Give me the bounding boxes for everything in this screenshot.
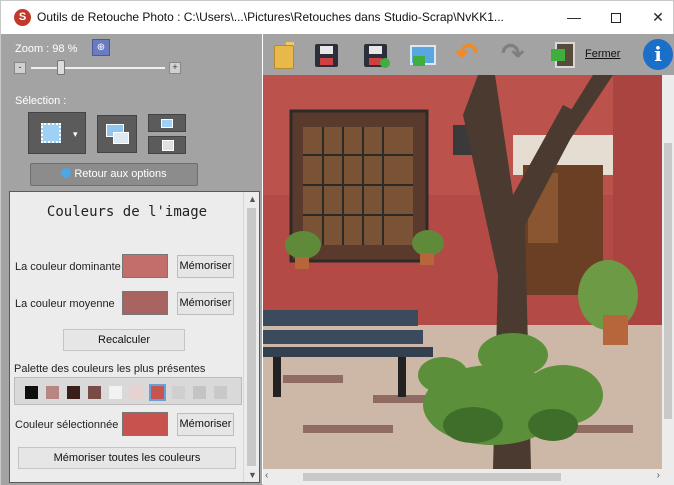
app-window: S Outils de Retouche Photo : C:\Users\..… (0, 0, 674, 485)
scroll-up-icon[interactable]: ▲ (248, 194, 257, 204)
palette-label: Palette des couleurs les plus présentes (14, 363, 206, 375)
selection-move-button[interactable] (97, 115, 137, 153)
scroll-right-icon[interactable]: › (657, 470, 660, 481)
close-button[interactable]: Fermer (549, 39, 627, 71)
selection-rectangle-tool-button[interactable]: ▾ (28, 112, 86, 154)
scrollbar-thumb[interactable] (247, 208, 256, 466)
zoom-slider-thumb[interactable] (57, 60, 66, 75)
color-palette (14, 377, 242, 405)
colors-panel-title: Couleurs de l'image (46, 204, 208, 220)
selection-label: Sélection : (15, 95, 67, 107)
save-icon[interactable] (311, 40, 341, 70)
window-title: Outils de Retouche Photo : C:\Users\...\… (37, 10, 504, 24)
palette-swatch[interactable] (67, 386, 80, 399)
selection-clear-button[interactable] (148, 136, 186, 154)
palette-swatch[interactable] (193, 386, 206, 399)
average-color-swatch (122, 291, 168, 315)
memorize-all-colors-button[interactable]: Mémoriser toutes les couleurs (18, 447, 236, 469)
memorize-selected-button[interactable]: Mémoriser (177, 413, 234, 436)
maximize-icon (611, 13, 621, 24)
recalculate-button[interactable]: Recalculer (63, 329, 185, 351)
average-color-label: La couleur moyenne (15, 298, 115, 310)
close-button-label: Fermer (585, 48, 621, 60)
palette-swatch[interactable] (130, 386, 143, 399)
photo-canvas[interactable] (263, 75, 662, 469)
canvas-vertical-scrollbar[interactable] (662, 75, 674, 469)
back-icon (61, 168, 72, 178)
palette-swatch[interactable] (25, 386, 38, 399)
zoom-in-button[interactable]: + (169, 62, 181, 74)
app-logo-icon: S (14, 9, 31, 26)
crop-icon (161, 119, 173, 128)
info-icon[interactable]: i (643, 39, 673, 70)
memorize-average-button[interactable]: Mémoriser (177, 292, 234, 315)
image-colors-panel: Couleurs de l'image La couleur dominante… (9, 191, 260, 483)
palette-swatch[interactable] (46, 386, 59, 399)
title-bar: S Outils de Retouche Photo : C:\Users\..… (1, 1, 673, 33)
selected-color-label: Couleur sélectionnée (15, 419, 119, 431)
folder-icon[interactable] (270, 40, 300, 70)
zoom-out-button[interactable]: - (14, 62, 26, 74)
chevron-down-icon: ▾ (73, 129, 78, 139)
dominant-color-label: La couleur dominante (15, 261, 121, 273)
save-as-icon[interactable] (360, 40, 390, 70)
scroll-down-icon[interactable]: ▼ (248, 470, 257, 480)
zoom-plus-icon[interactable]: ⊕ (92, 39, 110, 56)
rectangle-selection-icon (41, 123, 61, 143)
memorize-dominant-button[interactable]: Mémoriser (177, 255, 234, 278)
left-panel: Zoom : 98 % ⊕ - + Sélection : ▾ Retour a… (1, 34, 262, 485)
courtyard-photo (263, 75, 662, 469)
zoom-slider-track[interactable] (31, 67, 165, 69)
redo-icon[interactable]: ↷ (501, 40, 531, 70)
back-to-options-label: Retour aux options (74, 168, 167, 180)
undo-icon[interactable]: ↶ (455, 40, 485, 70)
maximize-button[interactable] (593, 1, 639, 33)
close-window-button[interactable]: ✕ (635, 1, 674, 33)
palette-swatch[interactable] (88, 386, 101, 399)
colors-panel-scrollbar[interactable]: ▲ ▼ (243, 192, 259, 482)
selection-crop-button[interactable] (148, 114, 186, 132)
clear-selection-icon (162, 140, 174, 151)
dominant-color-swatch (122, 254, 168, 278)
main-toolbar: ↶ ↷ Fermer i (263, 34, 674, 75)
palette-swatch[interactable] (214, 386, 227, 399)
minimize-button[interactable]: — (551, 1, 597, 33)
back-to-options-button[interactable]: Retour aux options (30, 163, 198, 186)
selected-color-swatch (122, 412, 168, 436)
scroll-left-icon[interactable]: ‹ (265, 470, 268, 481)
palette-swatch[interactable] (109, 386, 122, 399)
palette-swatch[interactable] (172, 386, 185, 399)
canvas-horizontal-scrollbar[interactable]: ‹ › (263, 469, 674, 485)
horizontal-scrollbar-thumb[interactable] (303, 473, 561, 481)
palette-swatch[interactable] (149, 384, 166, 401)
vertical-scrollbar-thumb[interactable] (664, 143, 672, 419)
export-image-icon[interactable] (407, 40, 437, 70)
zoom-label: Zoom : 98 % (15, 43, 78, 55)
